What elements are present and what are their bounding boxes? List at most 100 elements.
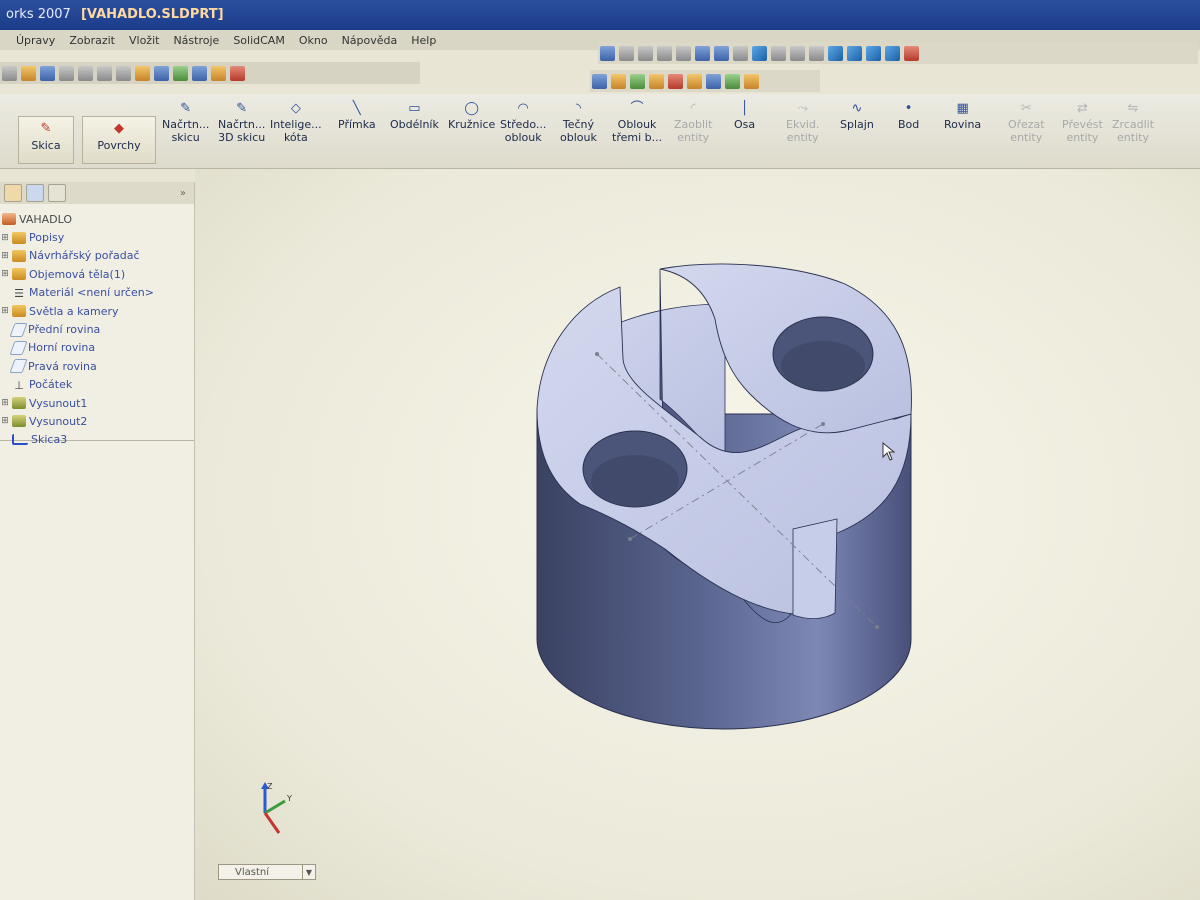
collapse-panel-icon[interactable]: » bbox=[180, 188, 186, 199]
select-icon[interactable] bbox=[116, 65, 131, 81]
expand-plus-icon[interactable]: ⊞ bbox=[0, 398, 10, 408]
zoom-to-selection-icon[interactable] bbox=[676, 45, 691, 61]
svg-text:Y: Y bbox=[286, 794, 292, 803]
section-view-icon[interactable] bbox=[733, 45, 748, 61]
cmd-circle-button[interactable]: ◯ Kružnice bbox=[448, 102, 495, 131]
cmd-line-button[interactable]: ╲ Přímka bbox=[338, 102, 376, 131]
expand-plus-icon[interactable]: ⊞ bbox=[0, 416, 10, 426]
save-icon[interactable] bbox=[40, 65, 55, 81]
view-orientation-select[interactable]: Vlastní ▼ bbox=[218, 864, 316, 880]
perspective-icon[interactable] bbox=[885, 45, 900, 61]
cmd-centerline-button[interactable]: │ Osa bbox=[734, 102, 755, 131]
cmd-sketch-draw-button[interactable]: ✎ Načrtn... skicu bbox=[162, 102, 209, 144]
redo-icon[interactable] bbox=[97, 65, 112, 81]
surfaces-tab-button[interactable]: ◆ Povrchy bbox=[82, 116, 156, 164]
tree-item[interactable]: ⊞ Vysunout2 bbox=[0, 412, 194, 430]
zoom-in-out-icon[interactable] bbox=[657, 45, 672, 61]
sketch-tab-button[interactable]: ✎ Skica bbox=[18, 116, 74, 164]
grid-icon[interactable] bbox=[630, 73, 645, 89]
menu-help-cz[interactable]: Nápověda bbox=[342, 34, 398, 47]
check-sketch-icon[interactable] bbox=[725, 73, 740, 89]
display-relations-icon[interactable] bbox=[592, 73, 607, 89]
print-icon[interactable] bbox=[59, 65, 74, 81]
trim-icon: ✂ bbox=[1020, 101, 1032, 116]
tree-item-label: Pravá rovina bbox=[28, 359, 97, 373]
tree-item-label: Návrhářský pořadač bbox=[29, 249, 140, 263]
add-relation-icon[interactable] bbox=[611, 73, 626, 89]
configuration-tab-icon[interactable] bbox=[48, 184, 66, 202]
menu-insert[interactable]: Vložit bbox=[129, 34, 159, 47]
cmd-fillet-button[interactable]: ◜ Zaoblit entity bbox=[674, 102, 712, 144]
undo-icon[interactable] bbox=[78, 65, 93, 81]
cmd-tangent-arc-button[interactable]: ◝ Tečný oblouk bbox=[560, 102, 597, 144]
tree-item[interactable]: ⊞ Popisy bbox=[0, 228, 194, 246]
tree-item[interactable]: ⊞ Vysunout1 bbox=[0, 394, 194, 412]
part-model-vahadlo[interactable] bbox=[195, 169, 1200, 900]
pan-icon[interactable] bbox=[714, 45, 729, 61]
rotate-icon[interactable] bbox=[695, 45, 710, 61]
cmd-point-button[interactable]: • Bod bbox=[898, 102, 919, 131]
graphics-area[interactable]: Z Y Vlastní ▼ bbox=[195, 169, 1200, 900]
expand-plus-icon[interactable]: ⊞ bbox=[0, 306, 10, 316]
expand-plus-icon[interactable]: ⊞ bbox=[0, 251, 10, 261]
hidden-lines-visible-icon[interactable] bbox=[790, 45, 805, 61]
menu-edit[interactable]: Úpravy bbox=[16, 34, 55, 47]
cmd-plane-button[interactable]: ▦ Rovina bbox=[944, 102, 981, 131]
mirror-sketch-icon[interactable] bbox=[649, 73, 664, 89]
tree-item[interactable]: Skica3 bbox=[0, 431, 194, 449]
cmd-smart-dimension-button[interactable]: ◇ Intelige... kóta bbox=[270, 102, 322, 144]
measure-icon[interactable] bbox=[173, 65, 188, 81]
menu-window[interactable]: Okno bbox=[299, 34, 328, 47]
cmd-center-arc-button[interactable]: ◠ Středo... oblouk bbox=[500, 102, 546, 144]
color-icon[interactable] bbox=[230, 65, 245, 81]
property-manager-tab-icon[interactable] bbox=[26, 184, 44, 202]
open-file-icon[interactable] bbox=[21, 65, 36, 81]
tree-root-part[interactable]: VAHADLO bbox=[0, 210, 194, 228]
cmd-spline-button[interactable]: ∿ Splajn bbox=[840, 102, 874, 131]
sum-icon[interactable] bbox=[706, 73, 721, 89]
tree-item[interactable]: Horní rovina bbox=[0, 339, 194, 357]
shaded-with-edges-icon[interactable] bbox=[828, 45, 843, 61]
zoom-to-fit-icon[interactable] bbox=[619, 45, 634, 61]
equation-icon[interactable] bbox=[687, 73, 702, 89]
chevron-down-icon[interactable]: ▼ bbox=[302, 865, 315, 879]
previous-view-icon[interactable] bbox=[600, 45, 615, 61]
view-toolbar-icon[interactable] bbox=[192, 65, 207, 81]
cmd-offset-button[interactable]: ⤳ Ekvid. entity bbox=[786, 102, 819, 144]
cmd-convert-button[interactable]: ⇄ Převést entity bbox=[1062, 102, 1103, 144]
menu-tools[interactable]: Nástroje bbox=[173, 34, 219, 47]
shaded-icon[interactable] bbox=[847, 45, 862, 61]
tree-item[interactable]: Pravá rovina bbox=[0, 357, 194, 375]
cmd-mirror-button[interactable]: ⇋ Zrcadlit entity bbox=[1112, 102, 1154, 144]
tree-item[interactable]: Přední rovina bbox=[0, 320, 194, 338]
tree-item[interactable]: ⊞ Světla a kamery bbox=[0, 302, 194, 320]
tree-item[interactable]: ⊞ Návrhářský pořadač bbox=[0, 247, 194, 265]
cmd-3point-arc-button[interactable]: ⌒ Oblouk třemi b... bbox=[612, 102, 662, 144]
zoom-to-area-icon[interactable] bbox=[638, 45, 653, 61]
appearance-icon[interactable] bbox=[211, 65, 226, 81]
feature-tree-tab-icon[interactable] bbox=[4, 184, 22, 202]
cmd-3d-sketch-button[interactable]: ✎ Načrtn... 3D skicu bbox=[218, 102, 265, 144]
sketch-icon: ✎ bbox=[40, 121, 52, 136]
view-orientation-icon[interactable] bbox=[752, 45, 767, 61]
wireframe-icon[interactable] bbox=[771, 45, 786, 61]
tree-item[interactable]: ⊞ Objemová těla(1) bbox=[0, 265, 194, 283]
fix-sketch-icon[interactable] bbox=[668, 73, 683, 89]
options-icon[interactable] bbox=[154, 65, 169, 81]
expand-plus-icon[interactable]: ⊞ bbox=[0, 233, 10, 243]
shadows-icon[interactable] bbox=[866, 45, 881, 61]
expand-plus-icon[interactable]: ⊞ bbox=[0, 269, 10, 279]
rebuild-icon[interactable] bbox=[135, 65, 150, 81]
menu-solidcam[interactable]: SolidCAM bbox=[233, 34, 285, 47]
hidden-lines-removed-icon[interactable] bbox=[809, 45, 824, 61]
menu-help[interactable]: Help bbox=[411, 34, 436, 47]
new-file-icon[interactable] bbox=[2, 65, 17, 81]
cmd-trim-button[interactable]: ✂ Ořezat entity bbox=[1008, 102, 1045, 144]
tree-item[interactable]: ⊥ Počátek bbox=[0, 376, 194, 394]
realview-icon[interactable] bbox=[904, 45, 919, 61]
repair-sketch-icon[interactable] bbox=[744, 73, 759, 89]
tree-item[interactable]: ☰ Materiál <není určen> bbox=[0, 284, 194, 302]
menu-view[interactable]: Zobrazit bbox=[69, 34, 115, 47]
cmd-center-arc-label: Středo... bbox=[500, 118, 547, 131]
cmd-rectangle-button[interactable]: ▭ Obdélník bbox=[390, 102, 439, 131]
